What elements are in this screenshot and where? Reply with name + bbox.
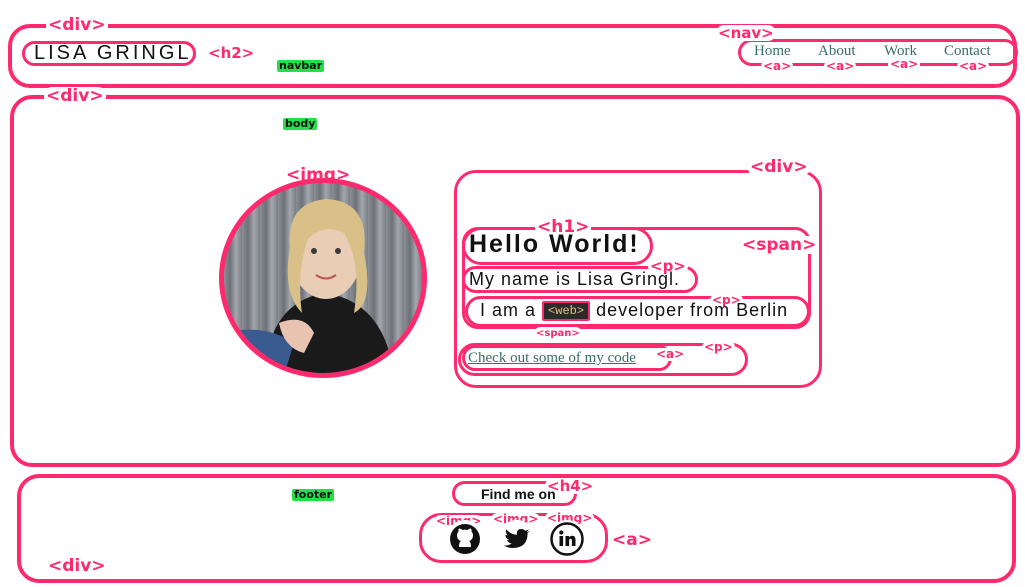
region-navbar: navbar — [277, 59, 325, 72]
nav-work-link[interactable]: Work — [884, 43, 917, 60]
github-link[interactable] — [446, 520, 484, 558]
tag-div-footer: <div> — [46, 556, 108, 576]
linkedin-icon — [550, 522, 584, 556]
tag-div-body: <div> — [44, 86, 106, 106]
tag-a-contact: <a> — [957, 59, 990, 73]
region-footer: footer — [292, 488, 335, 501]
role-text: I am a <web> developer from Berlin — [480, 300, 788, 321]
brand-title[interactable]: LISA GRINGL — [34, 42, 192, 65]
intro-text: My name is Lisa Gringl. — [469, 269, 681, 289]
region-body: body — [283, 117, 318, 130]
nav-contact-link[interactable]: Contact — [944, 43, 991, 60]
tag-h2: <h2> — [206, 44, 257, 62]
tag-div-content: <div> — [748, 157, 810, 177]
twitter-icon — [504, 529, 530, 548]
nav-home-link[interactable]: Home — [754, 43, 791, 60]
tag-div-navbar: <div> — [46, 15, 108, 35]
tag-a-code: <a> — [654, 347, 687, 361]
tag-a-about: <a> — [824, 59, 857, 73]
tag-span-badge: <span> — [534, 327, 582, 340]
portrait-illustration — [224, 199, 394, 373]
find-me-heading: Find me on — [481, 486, 556, 502]
github-icon — [450, 524, 480, 554]
hero-heading: Hello World! — [469, 230, 640, 258]
tag-p3: <p> — [702, 340, 735, 354]
tag-span: <span> — [740, 235, 819, 255]
twitter-link[interactable] — [498, 520, 536, 558]
role-prefix: I am a — [480, 300, 537, 320]
web-badge: <web> — [542, 301, 591, 321]
profile-photo — [219, 178, 427, 378]
nav-about-link[interactable]: About — [818, 43, 856, 60]
tag-a-socials: <a> — [610, 530, 654, 550]
role-suffix: developer from Berlin — [596, 300, 789, 320]
tag-a-home: <a> — [761, 59, 794, 73]
linkedin-link[interactable] — [548, 520, 586, 558]
tag-nav: <nav> — [716, 24, 776, 42]
code-link[interactable]: Check out some of my code — [468, 350, 636, 367]
